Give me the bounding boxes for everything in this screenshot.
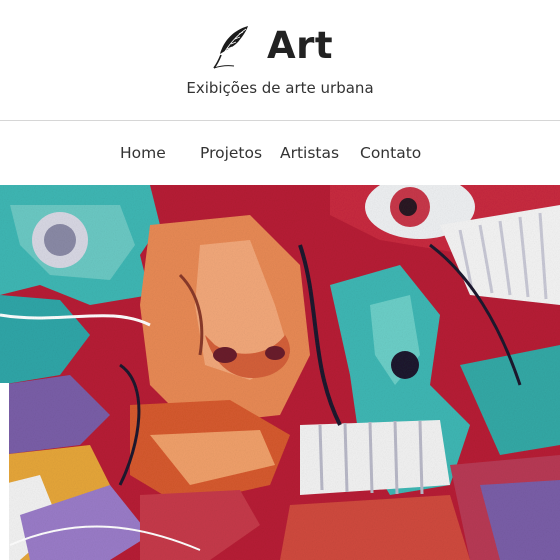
main-nav: Home Projetos Artistas Contato bbox=[0, 121, 560, 185]
brand[interactable]: Art bbox=[0, 22, 560, 74]
nav-item-home[interactable]: Home bbox=[120, 142, 166, 164]
site-header: Art Exibições de arte urbana bbox=[0, 0, 560, 121]
nav-item-artistas[interactable]: Artistas bbox=[280, 142, 339, 164]
nav-item-projetos[interactable]: Projetos bbox=[200, 142, 262, 164]
graffiti-mural bbox=[0, 185, 560, 560]
site-title: Art bbox=[267, 24, 334, 67]
hero-image bbox=[0, 185, 560, 560]
site-tagline: Exibições de arte urbana bbox=[186, 79, 374, 97]
feather-icon bbox=[213, 26, 248, 69]
nav-item-contato[interactable]: Contato bbox=[360, 142, 421, 164]
